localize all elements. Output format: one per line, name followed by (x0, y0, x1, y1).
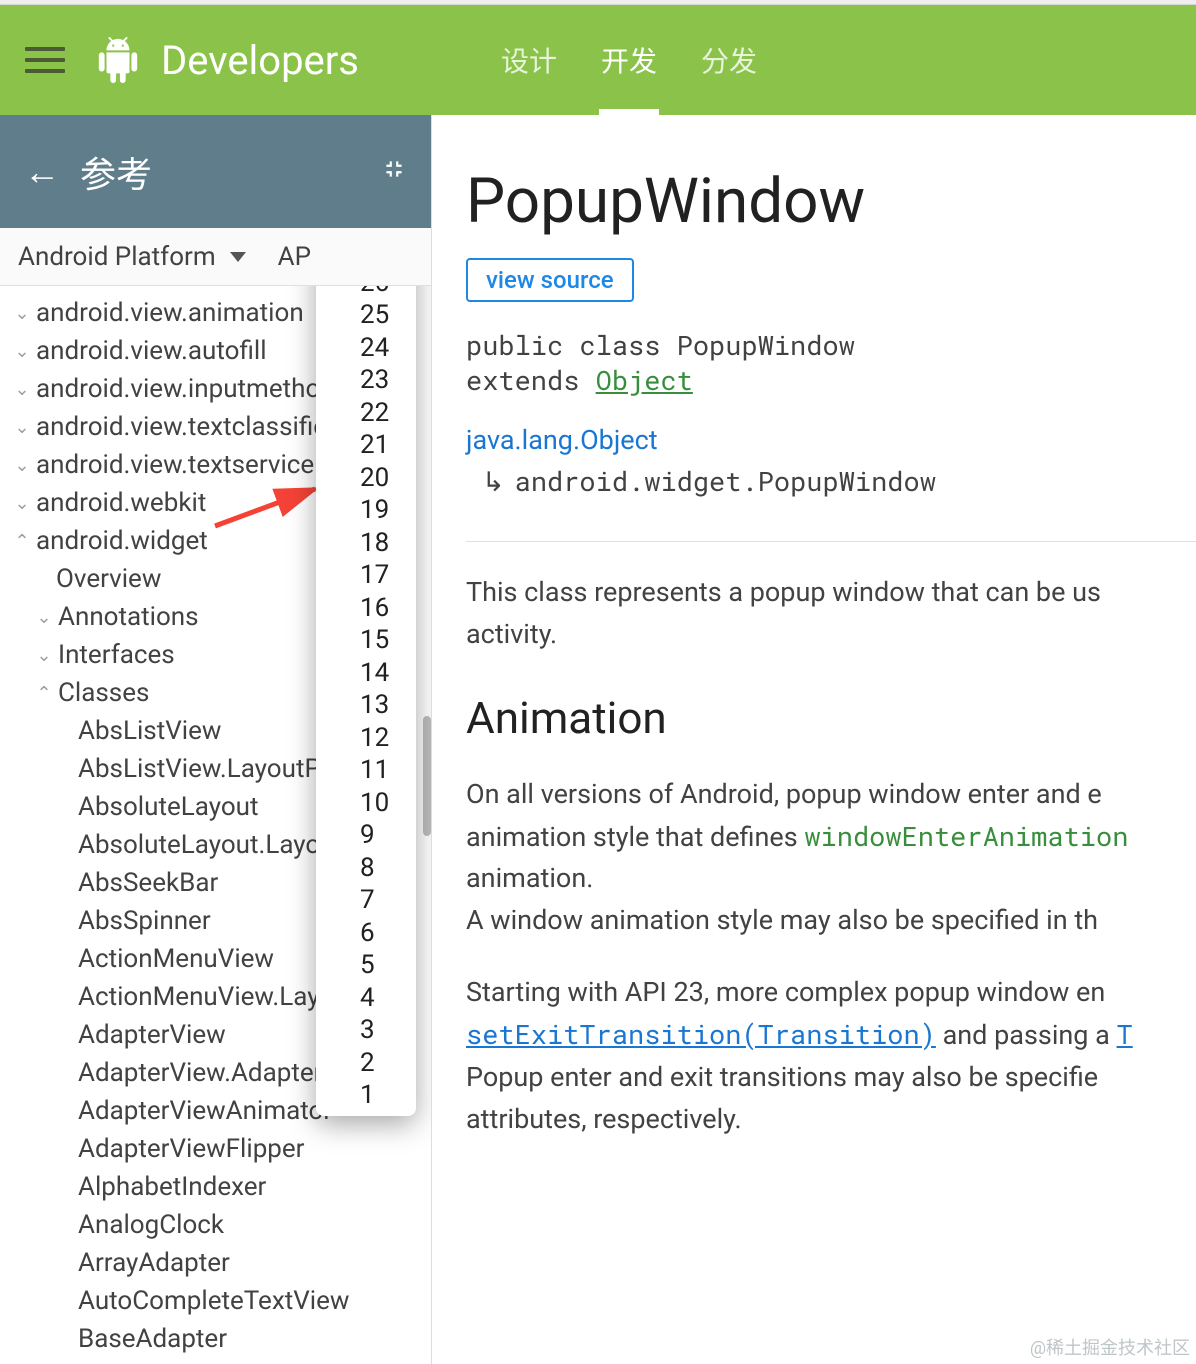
transition-link[interactable]: T (1117, 1017, 1133, 1052)
api-option[interactable]: 19 (316, 494, 416, 527)
chevron-up-icon: ⌃ (12, 531, 32, 552)
chevron-down-icon: ⌄ (12, 493, 32, 514)
chevron-down-icon: ⌄ (12, 455, 32, 476)
chevron-down-icon: ⌄ (12, 417, 32, 438)
api-option[interactable]: 18 (316, 527, 416, 560)
api-option[interactable]: 9 (316, 819, 416, 852)
tab-distribute[interactable]: 分发 (679, 5, 779, 115)
api-level-dropdown[interactable]: ✓272625242322212019181716151413121110987… (316, 286, 416, 1116)
class-description: This class represents a popup window tha… (466, 572, 1196, 656)
api-option[interactable]: 22 (316, 397, 416, 430)
sidebar: ← 参考 Android Platform AP ⌄android.view.a… (0, 115, 432, 1364)
class-item[interactable]: BaseAdapter (0, 1320, 431, 1358)
api-option[interactable]: 16 (316, 592, 416, 625)
api-option[interactable]: 8 (316, 852, 416, 885)
header-tabs: 设计 开发 分发 (479, 5, 779, 115)
nav-tree: ⌄android.view.animation ⌄android.view.au… (0, 286, 431, 1364)
api-option[interactable]: 26 (316, 286, 416, 299)
caret-down-icon (230, 252, 246, 262)
class-item[interactable]: AutoCompleteTextView (0, 1282, 431, 1320)
app-header: Developers 设计 开发 分发 (0, 5, 1196, 115)
api-option[interactable]: 23 (316, 364, 416, 397)
api-level-label: AP (278, 242, 311, 272)
class-item[interactable]: AdapterViewFlipper (0, 1130, 431, 1168)
chevron-down-icon: ⌄ (34, 645, 54, 666)
class-signature: public class PopupWindow extends Object (466, 328, 1196, 398)
fullscreen-exit-icon[interactable] (381, 156, 407, 188)
tab-develop[interactable]: 开发 (579, 5, 679, 115)
api-option[interactable]: 15 (316, 624, 416, 657)
platform-label: Android Platform (18, 242, 216, 272)
api-option[interactable]: 10 (316, 787, 416, 820)
sidebar-header: ← 参考 (0, 115, 431, 228)
menu-icon[interactable] (25, 40, 65, 80)
platform-dropdown[interactable]: Android Platform (18, 242, 246, 272)
tab-design[interactable]: 设计 (479, 5, 579, 115)
class-item[interactable]: AnalogClock (0, 1206, 431, 1244)
chevron-down-icon: ⌄ (12, 341, 32, 362)
scrollbar[interactable] (423, 716, 431, 836)
api-option[interactable]: 14 (316, 657, 416, 690)
sidebar-title: 参考 (80, 146, 152, 198)
platform-bar: Android Platform AP (0, 228, 431, 286)
api-option[interactable]: 6 (316, 917, 416, 950)
api-option[interactable]: 1 (316, 1079, 416, 1112)
api-option[interactable]: 12 (316, 722, 416, 755)
animation-p1: On all versions of Android, popup window… (466, 774, 1196, 942)
api-option[interactable]: 4 (316, 982, 416, 1015)
api-option[interactable]: 20 (316, 462, 416, 495)
api-option[interactable]: 11 (316, 754, 416, 787)
api-option[interactable]: 13 (316, 689, 416, 722)
object-link[interactable]: Object (596, 363, 693, 398)
chevron-up-icon: ⌃ (34, 683, 54, 704)
api-option[interactable]: 17 (316, 559, 416, 592)
class-item[interactable]: BaseExpandableListAdapter (0, 1358, 431, 1364)
animation-p2: Starting with API 23, more complex popup… (466, 972, 1196, 1140)
class-title: PopupWindow (466, 165, 1196, 238)
watermark: @稀土掘金技术社区 (1030, 1334, 1190, 1360)
main-content: PopupWindow view source public class Pop… (432, 115, 1196, 1364)
chevron-down-icon: ⌄ (34, 607, 54, 628)
api-option[interactable]: 25 (316, 299, 416, 332)
chevron-down-icon: ⌄ (12, 379, 32, 400)
inherit-path: ↳android.widget.PopupWindow (466, 464, 1196, 499)
back-icon[interactable]: ← (24, 151, 60, 193)
class-item[interactable]: ArrayAdapter (0, 1244, 431, 1282)
api-option[interactable]: 2 (316, 1047, 416, 1080)
api-option[interactable]: 5 (316, 949, 416, 982)
api-option[interactable]: 24 (316, 332, 416, 365)
set-exit-transition-link[interactable]: setExitTransition(Transition) (466, 1017, 936, 1052)
chevron-down-icon: ⌄ (12, 303, 32, 324)
inherit-link[interactable]: java.lang.Object (466, 424, 658, 456)
brand-title: Developers (161, 37, 359, 84)
section-animation: Animation (466, 692, 1196, 744)
class-item[interactable]: AlphabetIndexer (0, 1168, 431, 1206)
api-option[interactable]: 3 (316, 1014, 416, 1047)
api-option[interactable]: 21 (316, 429, 416, 462)
api-option[interactable]: 7 (316, 884, 416, 917)
android-logo (95, 32, 141, 88)
view-source-button[interactable]: view source (466, 258, 634, 302)
